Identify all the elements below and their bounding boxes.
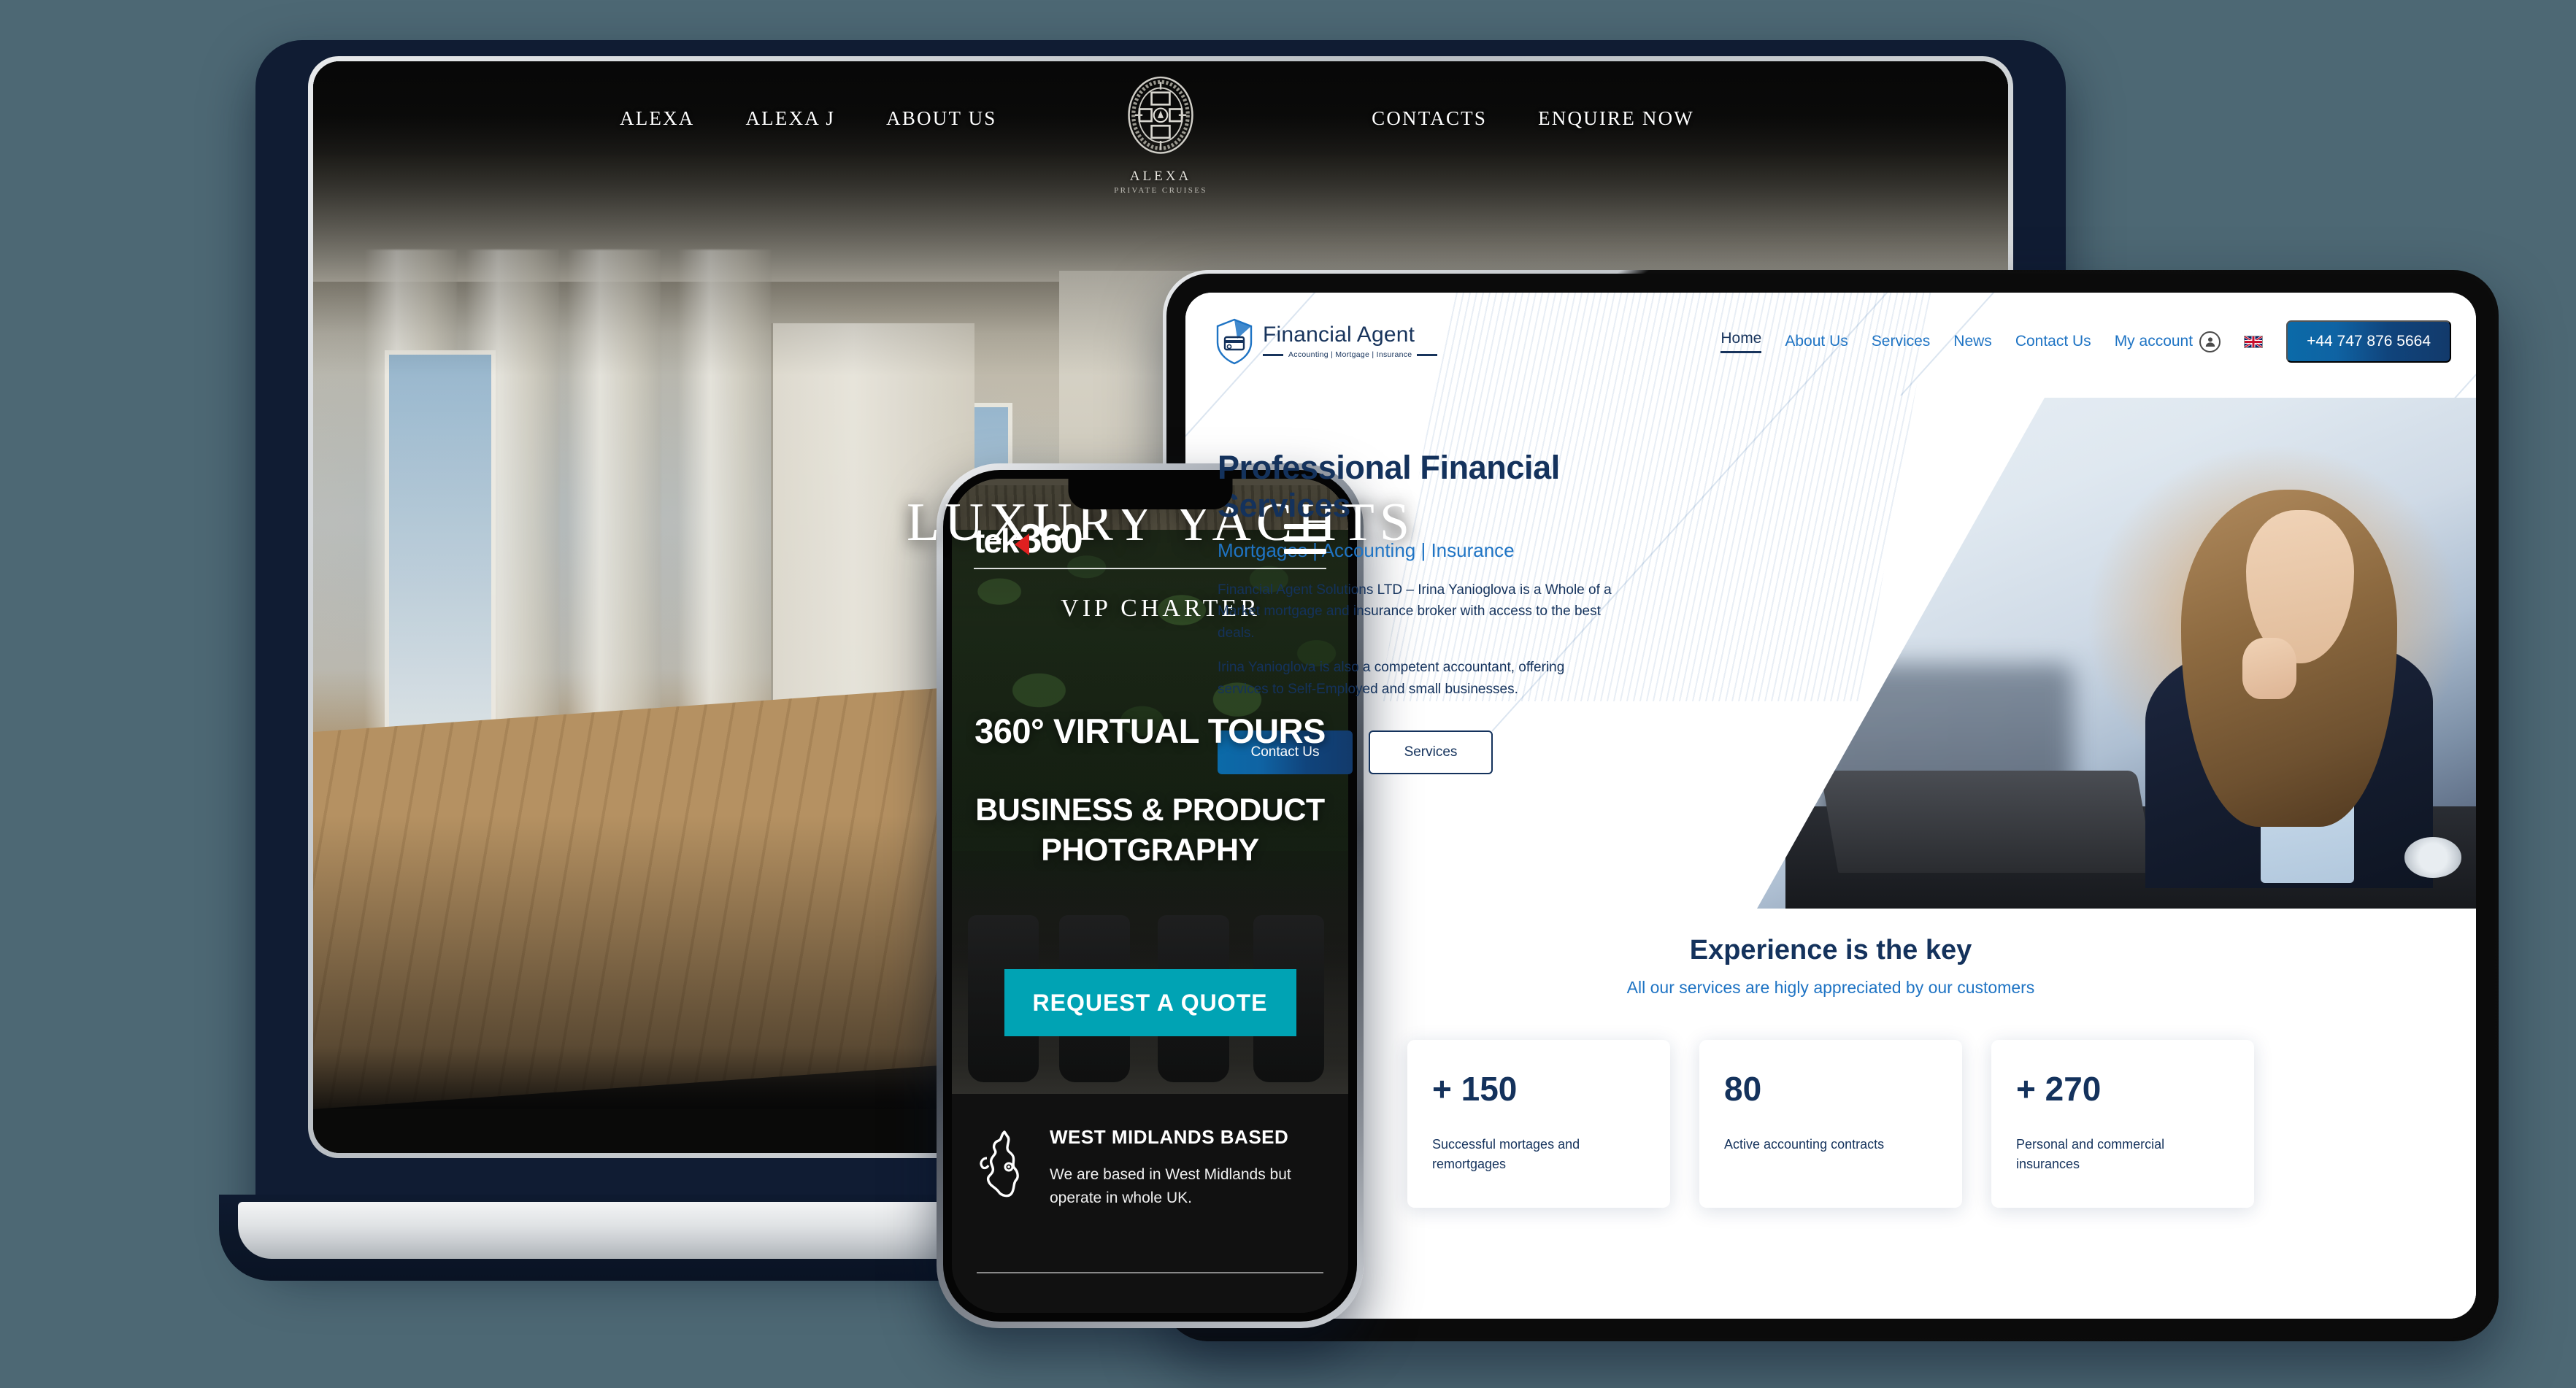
hero-title: Professional Financial Services (1218, 449, 1560, 524)
experience-heading: Experience is the key (1689, 935, 1972, 965)
nav-link-contacts[interactable]: CONTACTS (1372, 107, 1487, 130)
hero-paragraph-2: Irina Yanioglova is also a competent acc… (1218, 660, 1565, 697)
financial-agent-navbar: Home About Us Services News Contact Us M… (1720, 320, 2451, 363)
tek360-logo[interactable]: tek 360 (974, 518, 1083, 560)
logo-rule-left (1263, 353, 1283, 356)
financial-agent-hero: Professional Financial Services Mortgage… (1185, 398, 2476, 909)
stat-value: + 150 (1432, 1070, 1518, 1108)
mockup-stage: ALEXA ALEXA J ABOUT US CONTACTS ENQUIRE … (0, 0, 2576, 1388)
stat-value: + 270 (2016, 1070, 2102, 1108)
alexa-crest-emblem-icon (1128, 76, 1193, 154)
topbar-divider (974, 568, 1326, 569)
hero-paragraph-1: Financial Agent Solutions LTD – Irina Ya… (1218, 582, 1612, 641)
request-a-quote-button[interactable]: REQUEST A QUOTE (1004, 969, 1296, 1036)
red-chevron-icon (1015, 533, 1030, 555)
alexa-logo-tagline: PRIVATE CRUISES (1114, 186, 1207, 195)
financial-agent-website: Financial Agent Accounting | Mortgage | … (1185, 293, 2476, 1319)
tablet-screen: Financial Agent Accounting | Mortgage | … (1185, 293, 2476, 1319)
nav-link-contact-us[interactable]: Contact Us (2015, 333, 2091, 350)
tek360-hero-text: 360° VIRTUAL TOURS BUSINESS & PRODUCT PH… (968, 711, 1332, 871)
footer-divider (977, 1272, 1323, 1273)
stat-card: + 150 Successful mortages and remortgage… (1407, 1040, 1670, 1208)
tek360-logo-text-1: tek (974, 522, 1020, 560)
services-button[interactable]: Services (1369, 730, 1493, 775)
uk-map-pin-icon (980, 1130, 1019, 1198)
my-account-link[interactable]: My account (2115, 331, 2221, 352)
nav-link-news[interactable]: News (1953, 333, 1992, 350)
phone-notch (1068, 479, 1232, 509)
uk-flag-icon[interactable] (2244, 335, 2264, 348)
stat-value: 80 (1724, 1070, 1762, 1108)
tablet-bezel: Financial Agent Accounting | Mortgage | … (1166, 274, 2495, 1338)
logo-rule-right (1417, 353, 1438, 356)
stat-label: Successful mortages and remortgages (1432, 1137, 1580, 1171)
financial-agent-logo[interactable]: Financial Agent Accounting | Mortgage | … (1215, 318, 1438, 365)
nav-link-about-us[interactable]: About Us (1785, 333, 1848, 350)
tek360-hero-title: 360° VIRTUAL TOURS (974, 712, 1326, 750)
financial-agent-logo-tagline: Accounting | Mortgage | Insurance (1288, 350, 1412, 359)
tek360-footer: WEST MIDLANDS BASED We are based in West… (952, 1094, 1348, 1313)
alexa-logo[interactable]: ALEXA PRIVATE CRUISES (1106, 76, 1215, 195)
footer-title: WEST MIDLANDS BASED (1050, 1126, 1289, 1148)
nav-link-enquire-now[interactable]: ENQUIRE NOW (1538, 107, 1694, 130)
stat-label: Active accounting contracts (1724, 1137, 1885, 1152)
experience-subheading: All our services are higly appreciated b… (1626, 978, 2035, 997)
nav-link-services[interactable]: Services (1872, 333, 1931, 350)
nav-link-about-us[interactable]: ABOUT US (886, 107, 996, 130)
stat-card: + 270 Personal and commercial insurances (1991, 1040, 2254, 1208)
user-circle-icon (2199, 331, 2221, 352)
alexa-hero-subtitle: VIP CHARTER (1061, 595, 1261, 622)
nav-link-home[interactable]: Home (1720, 330, 1762, 353)
tek360-topbar: tek 360 (952, 518, 1348, 559)
shield-card-logo-icon (1216, 318, 1253, 365)
stats-row: + 150 Successful mortages and remortgage… (1185, 1040, 2476, 1208)
nav-link-alexa[interactable]: ALEXA (620, 107, 694, 130)
my-account-label: My account (2114, 333, 2194, 350)
businesswoman-at-desk-photo (1757, 398, 2476, 909)
hamburger-menu-icon[interactable] (1284, 523, 1326, 554)
phone-number-button[interactable]: +44 747 876 5664 (2286, 320, 2451, 363)
tek360-hero-subtitle: BUSINESS & PRODUCT PHOTGRAPHY (975, 793, 1325, 868)
footer-text: We are based in West Midlands but operat… (1050, 1166, 1291, 1206)
nav-link-alexa-j[interactable]: ALEXA J (745, 107, 835, 130)
stat-card: 80 Active accounting contracts (1699, 1040, 1962, 1208)
financial-agent-header: Financial Agent Accounting | Mortgage | … (1185, 313, 2476, 370)
alexa-logo-name: ALEXA (1129, 169, 1192, 184)
financial-agent-logo-name: Financial Agent (1263, 323, 1415, 347)
experience-section: Experience is the key All our services a… (1185, 935, 2476, 998)
stat-label: Personal and commercial insurances (2016, 1137, 2165, 1171)
